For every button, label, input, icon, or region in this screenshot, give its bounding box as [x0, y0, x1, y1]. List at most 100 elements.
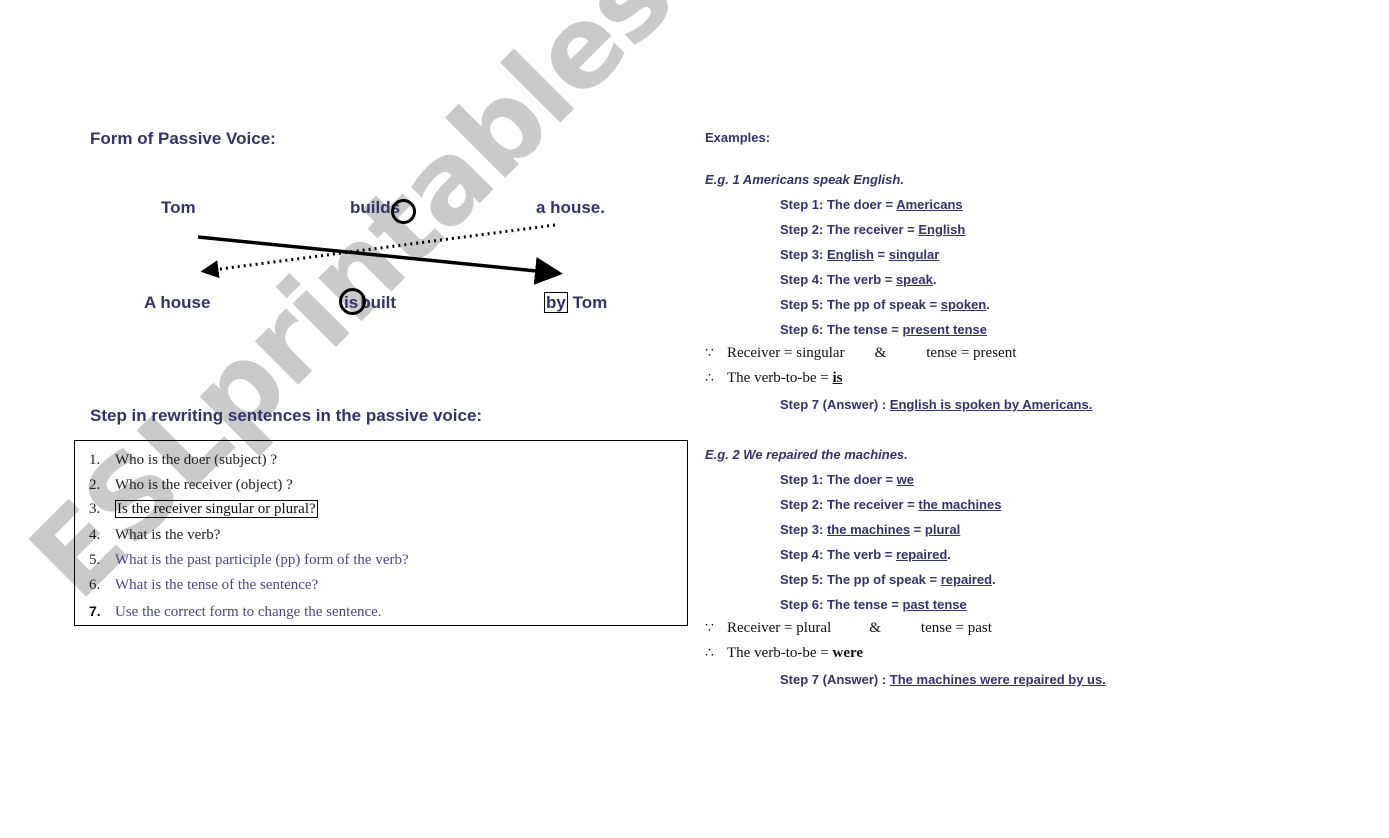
solid-arrow — [197, 235, 563, 285]
step-label: Step 5: The pp of speak = — [780, 572, 941, 587]
step-text: Use the correct form to change the sente… — [115, 604, 382, 620]
step-item: 5. What is the past participle (pp) form … — [89, 552, 409, 569]
because-right: tense = present — [926, 345, 1017, 361]
step-end: . — [986, 297, 990, 312]
because-line: ∵ Receiver = singular & tense = present — [705, 345, 1016, 362]
step-subject: English — [826, 247, 874, 262]
steps-box: 1. Who is the doer (subject) ? 2. Who is t… — [74, 440, 688, 626]
step-label: Step 2: The receiver = — [780, 497, 919, 512]
step-label: Step 6: The tense = — [780, 597, 903, 612]
step-value: plural — [924, 522, 961, 537]
therefore-text: The verb-to-be = — [727, 645, 833, 661]
step-answer: The machines were repaired by us. — [889, 672, 1106, 687]
step-item: 6. What is the tense of the sentence? — [89, 577, 318, 594]
step-label: Step 3: — [780, 247, 827, 262]
verb-ending-circle — [391, 199, 416, 224]
step-number: 2. — [89, 477, 101, 493]
step-end: . — [932, 272, 937, 287]
step-value: Americans — [896, 197, 963, 212]
step-text: Who is the receiver (object) ? — [115, 477, 293, 493]
because-left: Receiver = singular — [727, 345, 845, 361]
step-item: 4. What is the verb? — [89, 527, 220, 544]
example-step-5: Step 5: The pp of speak = spoken. — [780, 297, 990, 312]
step-item: 2. Who is the receiver (object) ? — [89, 477, 293, 494]
diagram-arrows — [197, 223, 563, 285]
step-label: Step 6: The tense = — [780, 322, 903, 337]
examples-heading: Examples: — [705, 130, 771, 145]
example-step-3: Step 3: the machines = plural — [780, 522, 960, 537]
step-end: . — [992, 572, 996, 587]
passive-subject: A house — [144, 293, 211, 312]
step-text: What is the past participle (pp) form of… — [115, 552, 409, 568]
step-label: Step 1: The doer = — [780, 197, 897, 212]
because-amp: & — [869, 620, 881, 636]
steps-heading: Step in rewriting sentences in the passi… — [90, 406, 483, 425]
because-line: ∵ Receiver = plural & tense = past — [705, 620, 992, 637]
because-amp: & — [874, 345, 887, 361]
step-value: the machines — [918, 497, 1002, 512]
example-step-6: Step 6: The tense = past tense — [780, 597, 967, 612]
example-step-2: Step 2: The receiver = English — [780, 222, 965, 237]
example-title: E.g. 2 We repaired the machines. — [705, 447, 908, 462]
step-value: we — [896, 472, 915, 487]
therefore-value: were — [832, 645, 864, 661]
step-number: 1. — [89, 452, 101, 468]
because-icon: ∵ — [705, 346, 714, 361]
example-step-1: Step 1: The doer = we — [780, 472, 914, 487]
step-label: Step 2: The receiver = — [780, 222, 919, 237]
step-text: Who is the doer (subject) ? — [115, 452, 278, 468]
example-step-2: Step 2: The receiver = the machines — [780, 497, 1001, 512]
be-verb-circle — [339, 288, 366, 315]
step-value: speak — [895, 272, 933, 287]
example-title: E.g. 1 Americans speak English. — [705, 172, 904, 187]
step-value: past tense — [902, 597, 967, 612]
step-text-framed: Is the receiver singular or plural? — [115, 500, 318, 518]
example-step-5: Step 5: The pp of speak = repaired. — [780, 572, 996, 587]
example-step-7: Step 7 (Answer) : The machines were repa… — [780, 672, 1106, 687]
because-left: Receiver = plural — [727, 620, 832, 636]
step-label: Step 7 (Answer) : — [780, 397, 890, 412]
therefore-value: is — [832, 370, 843, 386]
because-right: tense = past — [920, 620, 992, 636]
by-box: by — [544, 292, 568, 313]
step-value: repaired — [895, 547, 948, 562]
step-label: Step 4: The verb = — [780, 272, 896, 287]
step-item: 1. Who is the doer (subject) ? — [89, 452, 277, 469]
step-value: singular — [888, 247, 940, 262]
step-number: 6. — [89, 577, 101, 593]
step-subject: the machines — [826, 522, 911, 537]
step-number: 5. — [89, 552, 101, 568]
step-number: 3. — [89, 501, 101, 517]
step-value: spoken — [940, 297, 987, 312]
step-item: 7. Use the correct form to change the sen… — [89, 603, 382, 621]
active-object: a house. — [536, 198, 605, 217]
example-step-3: Step 3: English = singular — [780, 247, 939, 262]
step-label: Step 3: — [780, 522, 827, 537]
step-label: Step 4: The verb = — [780, 547, 896, 562]
step-label: Step 7 (Answer) : — [780, 672, 890, 687]
step-text: What is the verb? — [115, 527, 221, 543]
step-equals: = — [873, 247, 889, 262]
step-value: English — [918, 222, 966, 237]
example-step-6: Step 6: The tense = present tense — [780, 322, 987, 337]
example-step-4: Step 4: The verb = repaired. — [780, 547, 951, 562]
step-number: 7. — [89, 603, 101, 619]
step-value: present tense — [902, 322, 987, 337]
because-icon: ∵ — [705, 621, 714, 636]
active-subject: Tom — [161, 198, 196, 217]
therefore-icon: ∴ — [705, 371, 714, 386]
passive-agent: Tom — [572, 293, 608, 312]
step-label: Step 5: The pp of speak = — [780, 297, 941, 312]
therefore-icon: ∴ — [705, 646, 714, 661]
step-answer: English is spoken by Americans. — [889, 397, 1093, 412]
step-label: Step 1: The doer = — [780, 472, 897, 487]
example-step-4: Step 4: The verb = speak. — [780, 272, 936, 287]
passive-agent-phrase: by Tom — [544, 292, 608, 313]
therefore-text: The verb-to-be = — [727, 370, 833, 386]
step-number: 4. — [89, 527, 101, 543]
example-step-7: Step 7 (Answer) : English is spoken by A… — [780, 397, 1092, 412]
step-equals: = — [910, 522, 925, 537]
step-item: 3. Is the receiver singular or plural? — [89, 500, 318, 518]
therefore-line: ∴ The verb-to-be = were — [705, 645, 863, 662]
step-end: . — [947, 547, 951, 562]
